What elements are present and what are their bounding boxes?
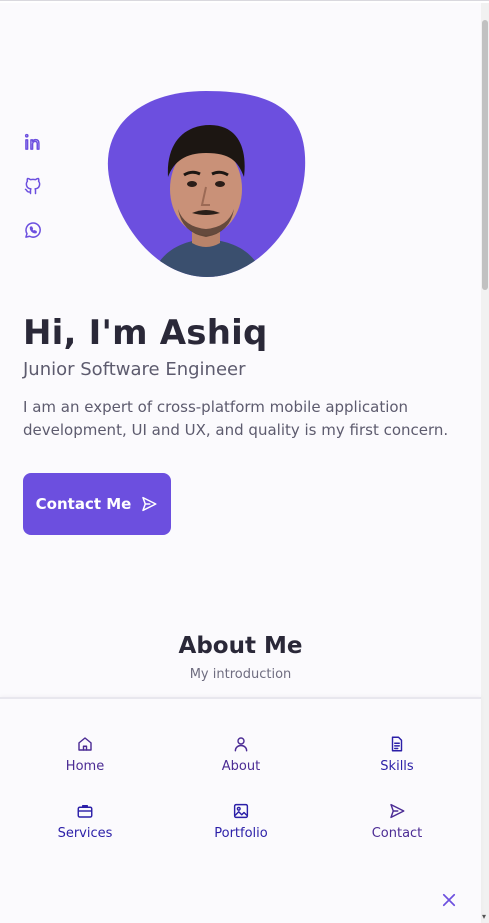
nav-item-services[interactable]: Services — [7, 802, 163, 841]
github-icon[interactable] — [23, 176, 43, 196]
bottom-nav-menu: Home About Skills Services Portfolio Con… — [0, 697, 481, 923]
nav-label-services: Services — [57, 826, 113, 841]
linkedin-icon[interactable] — [23, 132, 43, 152]
hero-subtitle: Junior Software Engineer — [23, 359, 246, 380]
social-links — [23, 132, 43, 240]
nav-item-about[interactable]: About — [163, 735, 319, 774]
close-icon[interactable] — [440, 891, 458, 909]
nav-label-portfolio: Portfolio — [214, 826, 268, 841]
hero-description: I am an expert of cross-platform mobile … — [23, 398, 449, 439]
whatsapp-icon[interactable] — [23, 220, 43, 240]
profile-photo — [107, 91, 306, 277]
send-icon — [142, 496, 157, 512]
contact-me-button[interactable]: Contact Me — [23, 473, 171, 535]
nav-label-home: Home — [65, 759, 105, 774]
browser-top-edge — [0, 0, 489, 3]
scroll-down-arrow-icon[interactable]: ▾ — [482, 913, 486, 921]
nav-label-skills: Skills — [380, 759, 414, 774]
nav-label-about: About — [221, 759, 261, 774]
section-subtitle: My introduction — [189, 667, 292, 682]
contact-me-label: Contact Me — [35, 495, 132, 513]
nav-item-contact[interactable]: Contact — [319, 802, 475, 841]
scrollbar[interactable]: ▾ — [481, 3, 489, 923]
nav-label-contact: Contact — [371, 826, 423, 841]
briefcase-icon — [77, 805, 93, 818]
nav-item-portfolio[interactable]: Portfolio — [163, 802, 319, 841]
image-icon — [233, 803, 249, 819]
hero-title: Hi, I'm Ashiq — [23, 313, 268, 353]
file-icon — [391, 736, 403, 752]
scrollbar-thumb[interactable] — [482, 20, 488, 290]
section-title: About Me — [178, 633, 303, 659]
nav-item-skills[interactable]: Skills — [319, 735, 475, 774]
user-icon — [234, 737, 248, 752]
home-icon — [78, 737, 92, 751]
nav-item-home[interactable]: Home — [7, 735, 163, 774]
send-icon — [390, 803, 405, 819]
